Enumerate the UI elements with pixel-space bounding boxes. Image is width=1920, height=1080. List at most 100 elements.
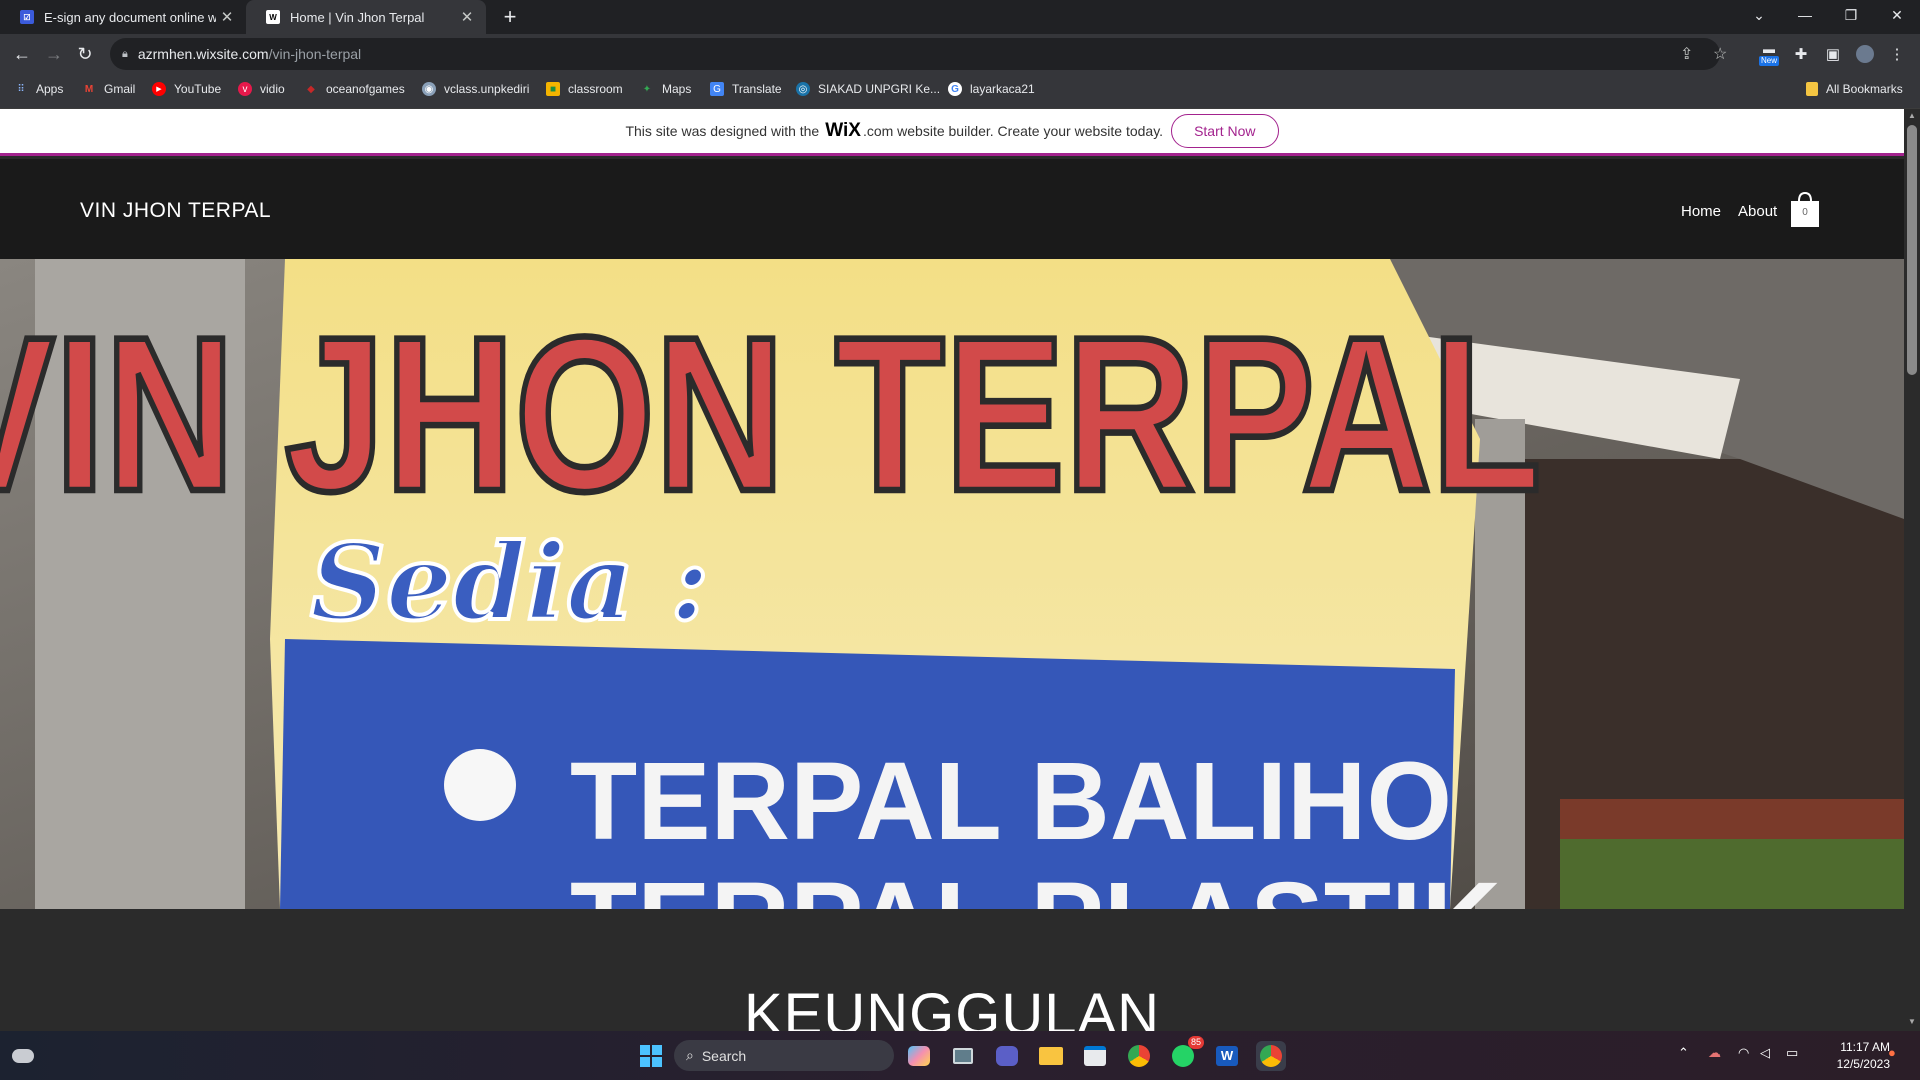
- address-bar[interactable]: 🔒︎ azrmhen.wixsite.com/vin-jhon-terpal ⇪…: [110, 38, 1727, 70]
- tray-overflow-icon[interactable]: ⌃: [1678, 1045, 1689, 1061]
- section-title: KEUNGGULAN: [743, 982, 1161, 1031]
- bookmark-apps[interactable]: ⠿ Apps: [14, 82, 63, 96]
- all-bookmarks[interactable]: All Bookmarks: [1806, 82, 1903, 96]
- teams-icon[interactable]: [992, 1041, 1022, 1071]
- whatsapp-badge: 85: [1187, 1036, 1204, 1049]
- vidio-icon: v: [238, 82, 252, 96]
- start-icon[interactable]: [636, 1041, 666, 1071]
- docs-icon: ☑: [20, 10, 34, 24]
- wifi-icon[interactable]: ◠: [1738, 1045, 1749, 1061]
- tab-strip: ☑ E-sign any document online wit ✕ W Hom…: [0, 0, 1920, 34]
- bookmark-youtube[interactable]: ▶ YouTube: [152, 82, 221, 96]
- menu-icon[interactable]: ⋮: [1885, 42, 1909, 66]
- features-section: KEUNGGULAN: [0, 909, 1904, 1031]
- taskbar-clock[interactable]: 11:17 AM 12/5/2023: [1810, 1039, 1890, 1073]
- taskbar-search[interactable]: ⌕ Search: [674, 1040, 894, 1071]
- battery-icon[interactable]: ▭: [1786, 1045, 1798, 1061]
- maximize-button[interactable]: ❐: [1828, 0, 1874, 30]
- bookmark-gmail[interactable]: M Gmail: [82, 82, 136, 96]
- bookmark-label: Apps: [36, 82, 64, 96]
- bookmark-vidio[interactable]: v vidio: [238, 82, 285, 96]
- minimize-button[interactable]: —: [1782, 0, 1828, 30]
- bookmark-translate[interactable]: G Translate: [710, 82, 782, 96]
- start-now-button[interactable]: Start Now: [1171, 114, 1279, 148]
- lock-icon: 🔒︎: [122, 47, 128, 60]
- forward-icon[interactable]: →: [42, 42, 66, 66]
- apps-icon: ⠿: [17, 83, 25, 95]
- close-tab-icon[interactable]: ✕: [456, 8, 478, 26]
- gmail-icon: M: [84, 83, 94, 95]
- search-icon: ⌕: [686, 1047, 694, 1063]
- close-window-button[interactable]: ✕: [1874, 0, 1920, 30]
- cart-icon[interactable]: 0: [1789, 189, 1821, 229]
- bullet-icon: [444, 749, 516, 821]
- nav-about[interactable]: About: [1738, 203, 1777, 220]
- hero-banner-line1: VIN JHON TERPAL: [0, 291, 1541, 537]
- site-title[interactable]: VIN JHON TERPAL: [80, 199, 271, 223]
- profile-icon[interactable]: [1853, 42, 1877, 66]
- bookmark-label: Maps: [662, 82, 692, 96]
- bookmark-label: vidio: [260, 82, 285, 96]
- page-scrollbar[interactable]: ▲ ▼: [1904, 109, 1920, 1031]
- wix-banner: This site was designed with the WiX .com…: [0, 109, 1904, 156]
- google-icon: G: [948, 82, 962, 96]
- maps-icon: ✦: [642, 83, 652, 95]
- bookmark-layarkaca21[interactable]: Glayarkaca21: [948, 82, 1035, 96]
- extension-new-icon[interactable]: ▬ New: [1757, 42, 1781, 66]
- hero-banner-photo: VIN JHON TERPAL Sedia : TERPAL BALIHO TE…: [0, 259, 1904, 909]
- search-placeholder: Search: [701, 1047, 747, 1064]
- nav-home[interactable]: Home: [1681, 203, 1721, 220]
- browser-toolbar: ← → ↻ 🔒︎ azrmhen.wixsite.com/vin-jhon-te…: [0, 34, 1920, 74]
- scrollbar-thumb[interactable]: [1907, 125, 1917, 375]
- onedrive-icon[interactable]: ☁: [1708, 1045, 1721, 1061]
- translate-icon: G: [710, 82, 724, 96]
- weather-icon[interactable]: [8, 1041, 38, 1071]
- windows-taskbar: ⌕ Search 85 W ⌃ ☁ ◠ ◁ ▭ 11:17 AM 12/5/20…: [0, 1031, 1920, 1080]
- clock-time: 11:17 AM: [1840, 1040, 1890, 1054]
- url-path: /vin-jhon-terpal: [268, 46, 362, 62]
- bookmark-label: vclass.unpkediri: [444, 82, 530, 96]
- notification-icon[interactable]: ●: [1888, 1045, 1896, 1060]
- scroll-down-icon[interactable]: ▼: [1907, 1017, 1917, 1027]
- chrome-active-icon[interactable]: [1256, 1041, 1286, 1071]
- back-icon[interactable]: ←: [10, 42, 34, 66]
- puzzle-icon[interactable]: ✚: [1789, 42, 1813, 66]
- store-icon[interactable]: [1080, 1041, 1110, 1071]
- file-explorer-icon[interactable]: [1036, 1041, 1066, 1071]
- classroom-icon: ■: [546, 82, 560, 96]
- copilot-icon[interactable]: [904, 1041, 934, 1071]
- bookmark-oceanofgames[interactable]: ◆ oceanofgames: [304, 82, 405, 96]
- word-icon[interactable]: W: [1212, 1041, 1242, 1071]
- star-icon[interactable]: ☆: [1713, 44, 1727, 64]
- volume-icon[interactable]: ◁: [1760, 1045, 1770, 1061]
- hero-banner-bullet1: TERPAL BALIHO: [570, 740, 1452, 863]
- sidepanel-icon[interactable]: ▣: [1821, 42, 1845, 66]
- vclass-icon: ◉: [422, 82, 436, 96]
- bookmark-classroom[interactable]: ■ classroom: [546, 82, 623, 96]
- whatsapp-icon[interactable]: 85: [1168, 1036, 1204, 1071]
- tab-search-icon[interactable]: ⌄: [1736, 0, 1782, 30]
- bookmark-maps[interactable]: ✦ Maps: [640, 82, 692, 96]
- scroll-up-icon[interactable]: ▲: [1907, 111, 1917, 121]
- tab-title: Home | Vin Jhon Terpal: [290, 9, 425, 25]
- cart-count: 0: [1802, 207, 1808, 218]
- hero-banner-line2: Sedia :: [310, 520, 709, 644]
- bookmark-siakad[interactable]: ◎ SIAKAD UNPGRI Ke...: [796, 82, 940, 96]
- youtube-icon: ▶: [152, 82, 166, 96]
- share-icon[interactable]: ⇪: [1680, 44, 1693, 64]
- wix-logo[interactable]: WiX: [825, 120, 861, 142]
- reload-icon[interactable]: ↻: [73, 42, 97, 66]
- bookmark-vclass[interactable]: ◉ vclass.unpkediri: [422, 82, 529, 96]
- close-tab-icon[interactable]: ✕: [216, 8, 238, 26]
- tab-vin-jhon-terpal[interactable]: W Home | Vin Jhon Terpal ✕: [246, 0, 486, 34]
- wix-banner-text-after: .com website builder. Create your websit…: [862, 123, 1164, 139]
- tab-esign[interactable]: ☑ E-sign any document online wit ✕: [0, 0, 246, 34]
- new-tab-button[interactable]: +: [496, 4, 524, 30]
- folder-icon: [1806, 82, 1818, 96]
- bookmark-label: Gmail: [104, 82, 136, 96]
- chrome-icon[interactable]: [1124, 1041, 1154, 1071]
- url-host: azrmhen.wixsite.com: [137, 46, 269, 62]
- task-view-icon[interactable]: [948, 1041, 978, 1071]
- game-icon: ◆: [307, 83, 315, 95]
- bookmark-label: layarkaca21: [970, 82, 1035, 96]
